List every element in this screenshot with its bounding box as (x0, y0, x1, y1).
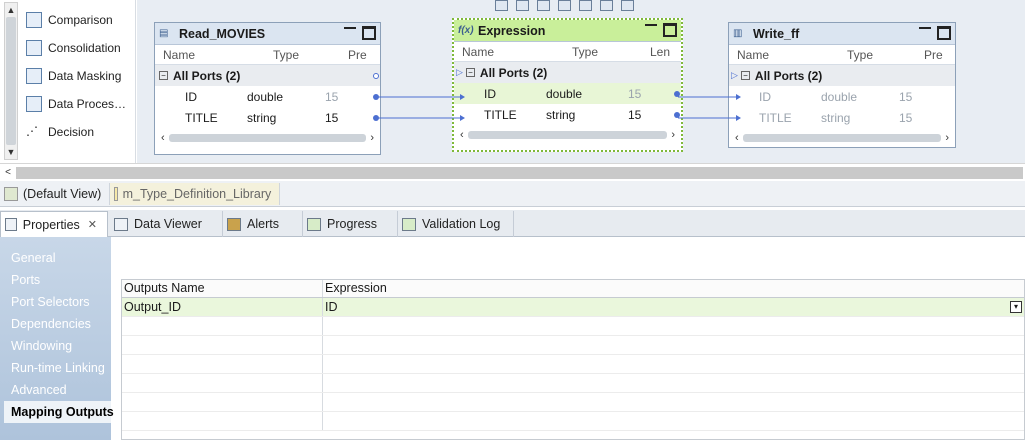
empty-cell (122, 393, 323, 411)
link-arrow-icon (460, 94, 465, 100)
palette-item-comparison[interactable]: Comparison (26, 10, 113, 30)
expression-cell[interactable]: ID (323, 298, 1024, 316)
tab-label: (Default View) (23, 186, 102, 201)
nav-ports[interactable]: Ports (11, 273, 40, 287)
empty-cell (323, 355, 1024, 373)
tab-alerts[interactable]: Alerts (223, 211, 303, 237)
mapping-outputs-table: Outputs Name Expression Output_ID ID ▾ (121, 279, 1025, 440)
nav-runtime-linking[interactable]: Run-time Linking (11, 361, 105, 375)
outputs-name-header[interactable]: Outputs Name (122, 280, 323, 297)
tab-label: Validation Log (422, 217, 501, 231)
palette-item-label: Data Masking (48, 69, 122, 83)
link-arrow-icon (460, 115, 465, 121)
table-row[interactable] (122, 336, 1024, 355)
progress-icon (307, 217, 321, 231)
scroll-thumb[interactable] (6, 17, 16, 145)
table-row[interactable] (122, 374, 1024, 393)
tab-progress[interactable]: Progress (303, 211, 398, 237)
nav-windowing[interactable]: Windowing (11, 339, 72, 353)
empty-cell (122, 374, 323, 392)
palette-item-consolidation[interactable]: Consolidation (26, 38, 121, 58)
nav-mapping-outputs[interactable]: Mapping Outputs (4, 401, 114, 423)
properties-side-nav: General Ports Port Selectors Dependencie… (0, 237, 114, 440)
canvas-hscroll[interactable]: < (0, 163, 1025, 181)
tab-label: Alerts (247, 217, 279, 231)
palette-item-label: Consolidation (48, 41, 121, 55)
table-row[interactable] (122, 412, 1024, 431)
expression-header[interactable]: Expression (323, 280, 1024, 297)
scroll-left-icon[interactable]: < (0, 167, 16, 178)
port-links (378, 94, 741, 121)
consolidation-icon (26, 40, 42, 56)
nav-general[interactable]: General (11, 251, 55, 265)
link-arrow-icon (736, 94, 741, 100)
dropdown-icon[interactable]: ▾ (1010, 301, 1022, 313)
transformation-palette: ▲ ▼ Comparison Consolidation Data Maskin… (0, 0, 136, 163)
tab-properties[interactable]: Properties ✕ (0, 211, 108, 238)
table-row[interactable] (122, 355, 1024, 374)
palette-item-decision[interactable]: ⋰ Decision (26, 122, 94, 142)
empty-cell (122, 412, 323, 430)
panel-tabs: Properties ✕ Data Viewer Alerts Progress… (0, 210, 1025, 238)
empty-cell (323, 374, 1024, 392)
comparison-icon (26, 12, 42, 28)
empty-cell (323, 393, 1024, 411)
data-masking-icon (26, 68, 42, 84)
palette-item-data-masking[interactable]: Data Masking (26, 66, 121, 86)
nav-advanced[interactable]: Advanced (11, 383, 67, 397)
palette-item-label: Data Proces… (48, 97, 127, 111)
tab-label: m_Type_Definition_Library (122, 186, 272, 201)
palette-item-label: Comparison (48, 13, 113, 27)
alerts-icon (227, 217, 241, 231)
empty-cell (323, 412, 1024, 430)
palette-item-label: Decision (48, 125, 95, 139)
tab-data-viewer[interactable]: Data Viewer (110, 211, 223, 237)
validation-log-icon (402, 217, 416, 231)
empty-cell (323, 317, 1024, 335)
nav-port-selectors[interactable]: Port Selectors (11, 295, 90, 309)
palette-item-data-processor[interactable]: Data Proces… (26, 94, 126, 114)
view-icon (4, 186, 18, 201)
tab-label: Data Viewer (134, 217, 202, 231)
table-row[interactable] (122, 393, 1024, 412)
table-row[interactable]: Output_ID ID ▾ (122, 298, 1024, 317)
tab-type-definition-library[interactable]: m_Type_Definition_Library (110, 182, 281, 205)
empty-cell (122, 317, 323, 335)
tab-default-view[interactable]: (Default View) (0, 182, 111, 205)
tab-label: Progress (327, 217, 378, 231)
table-row[interactable] (122, 317, 1024, 336)
library-icon (114, 186, 118, 201)
tab-label: Properties (22, 217, 80, 232)
scroll-up-icon[interactable]: ▲ (5, 3, 17, 17)
scroll-down-icon[interactable]: ▼ (5, 145, 17, 159)
palette-scrollbar[interactable]: ▲ ▼ (4, 2, 18, 160)
empty-cell (122, 336, 323, 354)
data-processor-icon (26, 96, 42, 112)
mapping-canvas[interactable]: ▤ Read_MOVIES Name Type Pre − All Ports … (137, 0, 1025, 163)
close-icon[interactable]: ✕ (88, 218, 97, 231)
table-header: Outputs Name Expression (122, 280, 1024, 298)
empty-cell (323, 336, 1024, 354)
nav-dependencies[interactable]: Dependencies (11, 317, 91, 331)
tab-validation-log[interactable]: Validation Log (398, 211, 514, 237)
view-tabs: (Default View) m_Type_Definition_Library (0, 181, 1025, 207)
output-name-cell[interactable]: Output_ID (122, 298, 323, 316)
properties-icon (5, 218, 17, 231)
link-arrow-icon (736, 115, 741, 121)
decision-icon: ⋰ (26, 124, 38, 138)
scroll-track[interactable] (16, 166, 1023, 179)
empty-cell (122, 355, 323, 373)
data-viewer-icon (114, 217, 128, 231)
